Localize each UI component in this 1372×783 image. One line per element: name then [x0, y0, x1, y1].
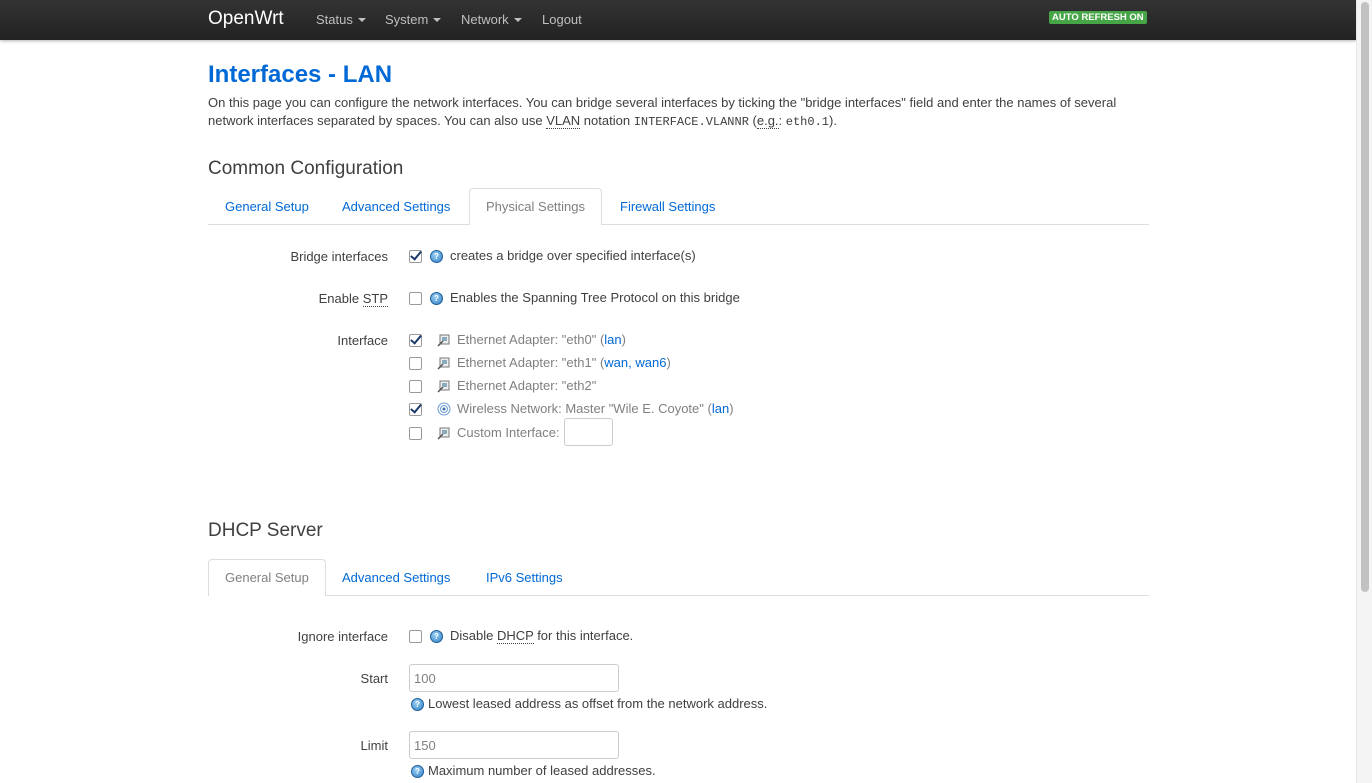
- top-navbar: OpenWrt Status System Network Logout AUT…: [0, 0, 1357, 40]
- tab-general-setup[interactable]: General Setup: [208, 188, 326, 224]
- limit-label: Limit: [360, 738, 388, 753]
- scrollbar-thumb[interactable]: [1361, 2, 1369, 592]
- interface-label: Interface: [337, 333, 388, 348]
- eg-abbr: e.g.: [756, 113, 779, 129]
- tab-advanced-settings[interactable]: Advanced Settings: [325, 188, 467, 224]
- dhcp-server-heading: DHCP Server: [208, 520, 323, 541]
- interface-option: Ethernet Adapter: "eth1" (wan, wan6): [457, 355, 671, 370]
- interface-wireless-text: Wireless Network: Master "Wile E. Coyote…: [457, 401, 704, 416]
- custom-interface-input[interactable]: [564, 418, 613, 446]
- interface-eth2-checkbox[interactable]: [409, 380, 422, 393]
- menu-system-label: System: [385, 12, 429, 27]
- interface-eth1-text: Ethernet Adapter: "eth1": [457, 355, 597, 370]
- ethernet-icon: [437, 334, 450, 347]
- interface-option: Ethernet Adapter: "eth0" (lan): [457, 332, 626, 347]
- desc-text: :: [778, 113, 786, 128]
- tab-dhcp-advanced-settings[interactable]: Advanced Settings: [325, 559, 467, 595]
- start-help: Lowest leased address as offset from the…: [428, 696, 768, 711]
- limit-input[interactable]: [409, 731, 619, 759]
- interface-custom-checkbox[interactable]: [409, 427, 422, 440]
- start-input[interactable]: [409, 664, 619, 692]
- interface-eth0-text: Ethernet Adapter: "eth0": [457, 332, 597, 347]
- ignore-help-text: Disable: [450, 628, 497, 643]
- enable-stp-checkbox[interactable]: [409, 292, 422, 305]
- menu-network[interactable]: Network: [461, 12, 522, 27]
- bridge-interfaces-label: Bridge interfaces: [290, 249, 388, 264]
- code-example: eth0.1: [785, 115, 829, 129]
- interface-option: Wireless Network: Master "Wile E. Coyote…: [457, 401, 734, 416]
- interface-eth0-checkbox[interactable]: [409, 334, 422, 347]
- limit-help: Maximum number of leased addresses.: [428, 763, 656, 778]
- enable-stp-label-text: Enable: [318, 291, 363, 306]
- ethernet-icon: [437, 380, 450, 393]
- bridge-interfaces-checkbox[interactable]: [409, 250, 422, 263]
- vlan-abbr: VLAN: [546, 113, 581, 129]
- network-link[interactable]: lan: [604, 332, 621, 347]
- menu-network-label: Network: [461, 12, 509, 27]
- enable-stp-help: Enables the Spanning Tree Protocol on th…: [450, 290, 740, 305]
- menu-logout[interactable]: Logout: [542, 12, 582, 27]
- menu-status-label: Status: [316, 12, 353, 27]
- page-description: On this page you can configure the netwo…: [208, 94, 1148, 131]
- page-title: Interfaces - LAN: [208, 61, 393, 88]
- desc-text: notation: [580, 113, 634, 128]
- ignore-help-text: for this interface.: [533, 628, 634, 643]
- network-link[interactable]: wan, wan6: [604, 355, 666, 370]
- menu-logout-label: Logout: [542, 12, 582, 27]
- common-config-tabs: General Setup Advanced Settings Physical…: [208, 188, 1149, 225]
- brand-logo[interactable]: OpenWrt: [208, 8, 284, 30]
- desc-text: (: [748, 113, 757, 128]
- tab-physical-settings[interactable]: Physical Settings: [469, 188, 602, 225]
- tab-dhcp-ipv6-settings[interactable]: IPv6 Settings: [469, 559, 580, 595]
- chevron-down-icon: [433, 18, 442, 22]
- interface-option: Ethernet Adapter: "eth2": [457, 378, 597, 393]
- ethernet-icon: [437, 357, 450, 370]
- scrollbar[interactable]: [1356, 0, 1372, 783]
- stp-abbr: STP: [362, 291, 388, 307]
- auto-refresh-toggle[interactable]: AUTO REFRESH ON: [1049, 11, 1147, 24]
- tab-dhcp-general-setup[interactable]: General Setup: [208, 559, 326, 596]
- help-icon: ?: [430, 292, 443, 305]
- help-icon: ?: [411, 765, 424, 778]
- enable-stp-label: Enable STP: [318, 291, 388, 307]
- wireless-icon: [437, 402, 451, 416]
- menu-system[interactable]: System: [385, 12, 442, 27]
- interface-eth1-checkbox[interactable]: [409, 357, 422, 370]
- ignore-interface-checkbox[interactable]: [409, 630, 422, 643]
- common-config-heading: Common Configuration: [208, 158, 404, 179]
- dhcp-abbr: DHCP: [496, 628, 534, 644]
- help-icon: ?: [430, 250, 443, 263]
- ignore-interface-label: Ignore interface: [297, 629, 388, 644]
- help-icon: ?: [411, 698, 424, 711]
- bridge-interfaces-help: creates a bridge over specified interfac…: [450, 248, 696, 263]
- code-vlan-notation: INTERFACE.VLANNR: [633, 115, 749, 129]
- custom-interface-label: Custom Interface:: [457, 425, 560, 440]
- chevron-down-icon: [357, 18, 366, 22]
- network-link[interactable]: lan: [712, 401, 729, 416]
- ignore-interface-help: Disable DHCP for this interface.: [450, 628, 634, 644]
- chevron-down-icon: [513, 18, 522, 22]
- ethernet-icon: [437, 427, 450, 440]
- start-label: Start: [360, 671, 388, 686]
- help-icon: ?: [430, 630, 443, 643]
- tab-firewall-settings[interactable]: Firewall Settings: [603, 188, 732, 224]
- desc-text: ).: [829, 113, 837, 128]
- dhcp-server-tabs: General Setup Advanced Settings IPv6 Set…: [208, 559, 1149, 596]
- interface-wireless-checkbox[interactable]: [409, 403, 422, 416]
- menu-status[interactable]: Status: [316, 12, 366, 27]
